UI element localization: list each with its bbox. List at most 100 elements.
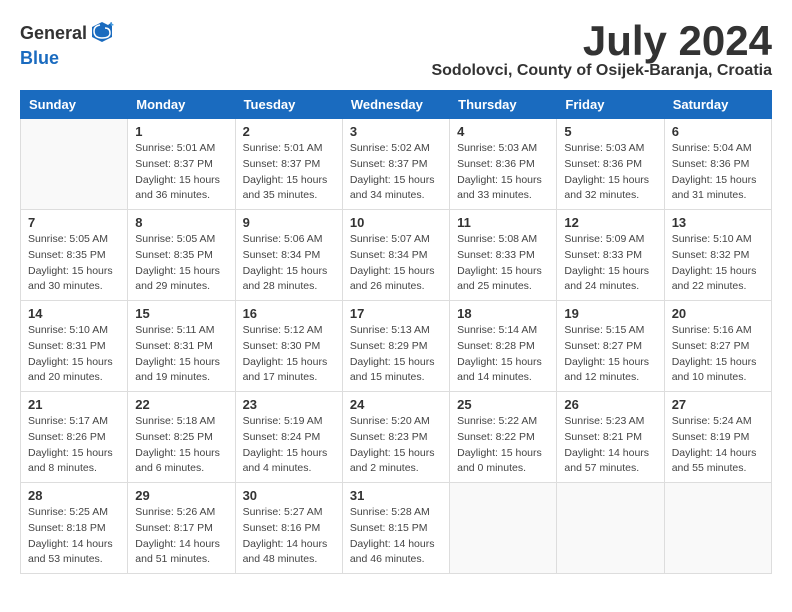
day-info: Sunrise: 5:18 AMSunset: 8:25 PMDaylight:… — [135, 414, 227, 477]
calendar-week-row: 1 Sunrise: 5:01 AMSunset: 8:37 PMDaylight… — [21, 119, 772, 210]
day-info: Sunrise: 5:10 AMSunset: 8:31 PMDaylight:… — [28, 323, 120, 386]
day-info: Sunrise: 5:08 AMSunset: 8:33 PMDaylight:… — [457, 232, 549, 295]
calendar-cell: 27Sunrise: 5:24 AMSunset: 8:19 PMDayligh… — [664, 392, 771, 483]
calendar-cell: 24Sunrise: 5:20 AMSunset: 8:23 PMDayligh… — [342, 392, 449, 483]
day-number: 17 — [350, 306, 442, 321]
day-number: 21 — [28, 397, 120, 412]
calendar-header-row: SundayMondayTuesdayWednesdayThursdayFrid… — [21, 91, 772, 119]
calendar-week-row: 28 Sunrise: 5:25 AMSunset: 8:18 PMDayligh… — [21, 483, 772, 574]
calendar-cell: 12Sunrise: 5:09 AMSunset: 8:33 PMDayligh… — [557, 210, 664, 301]
day-number: 16 — [243, 306, 335, 321]
day-info: Sunrise: 5:16 AMSunset: 8:27 PMDaylight:… — [672, 323, 764, 386]
day-number: 19 — [564, 306, 656, 321]
day-info: Sunrise: 5:25 AMSunset: 8:18 PMDaylight:… — [28, 505, 120, 568]
calendar-cell: 20 Sunrise: 5:16 AMSunset: 8:27 PMDayligh… — [664, 301, 771, 392]
calendar-cell: 28 Sunrise: 5:25 AMSunset: 8:18 PMDayligh… — [21, 483, 128, 574]
day-number: 20 — [672, 306, 764, 321]
day-number: 4 — [457, 124, 549, 139]
day-number: 24 — [350, 397, 442, 412]
day-info: Sunrise: 5:11 AMSunset: 8:31 PMDaylight:… — [135, 323, 227, 386]
day-number: 7 — [28, 215, 120, 230]
day-info: Sunrise: 5:23 AMSunset: 8:21 PMDaylight:… — [564, 414, 656, 477]
calendar-cell: 18 Sunrise: 5:14 AMSunset: 8:28 PMDayligh… — [450, 301, 557, 392]
day-info: Sunrise: 5:05 AMSunset: 8:35 PMDaylight:… — [28, 232, 120, 295]
day-number: 9 — [243, 215, 335, 230]
day-number: 15 — [135, 306, 227, 321]
logo: General Blue — [20, 20, 115, 69]
logo-icon — [90, 20, 114, 44]
day-number: 29 — [135, 488, 227, 503]
calendar-cell: 4 Sunrise: 5:03 AMSunset: 8:36 PMDaylight… — [450, 119, 557, 210]
calendar-cell: 11Sunrise: 5:08 AMSunset: 8:33 PMDayligh… — [450, 210, 557, 301]
day-info: Sunrise: 5:28 AMSunset: 8:15 PMDaylight:… — [350, 505, 442, 568]
calendar-cell: 17 Sunrise: 5:13 AMSunset: 8:29 PMDayligh… — [342, 301, 449, 392]
day-number: 28 — [28, 488, 120, 503]
calendar-cell: 21Sunrise: 5:17 AMSunset: 8:26 PMDayligh… — [21, 392, 128, 483]
day-number: 22 — [135, 397, 227, 412]
calendar-week-row: 7 Sunrise: 5:05 AMSunset: 8:35 PMDaylight… — [21, 210, 772, 301]
day-number: 30 — [243, 488, 335, 503]
calendar-cell: 3Sunrise: 5:02 AMSunset: 8:37 PMDaylight… — [342, 119, 449, 210]
day-of-week-header: Saturday — [664, 91, 771, 119]
day-number: 6 — [672, 124, 764, 139]
calendar-cell: 30 Sunrise: 5:27 AMSunset: 8:16 PMDayligh… — [235, 483, 342, 574]
day-of-week-header: Sunday — [21, 91, 128, 119]
calendar-cell: 13 Sunrise: 5:10 AMSunset: 8:32 PMDayligh… — [664, 210, 771, 301]
location-title: Sodolovci, County of Osijek-Baranja, Cro… — [431, 62, 772, 80]
day-info: Sunrise: 5:14 AMSunset: 8:28 PMDaylight:… — [457, 323, 549, 386]
day-number: 31 — [350, 488, 442, 503]
calendar-cell: 15 Sunrise: 5:11 AMSunset: 8:31 PMDayligh… — [128, 301, 235, 392]
day-info: Sunrise: 5:10 AMSunset: 8:32 PMDaylight:… — [672, 232, 764, 295]
day-number: 25 — [457, 397, 549, 412]
day-number: 26 — [564, 397, 656, 412]
logo-general: General — [20, 23, 87, 43]
calendar-cell: 14Sunrise: 5:10 AMSunset: 8:31 PMDayligh… — [21, 301, 128, 392]
day-number: 18 — [457, 306, 549, 321]
day-info: Sunrise: 5:12 AMSunset: 8:30 PMDaylight:… — [243, 323, 335, 386]
day-of-week-header: Friday — [557, 91, 664, 119]
header: General Blue July 2024 Sodolovci, County… — [20, 20, 772, 80]
day-info: Sunrise: 5:24 AMSunset: 8:19 PMDaylight:… — [672, 414, 764, 477]
calendar-cell: 16 Sunrise: 5:12 AMSunset: 8:30 PMDayligh… — [235, 301, 342, 392]
calendar-cell: 23Sunrise: 5:19 AMSunset: 8:24 PMDayligh… — [235, 392, 342, 483]
day-info: Sunrise: 5:22 AMSunset: 8:22 PMDaylight:… — [457, 414, 549, 477]
day-info: Sunrise: 5:09 AMSunset: 8:33 PMDaylight:… — [564, 232, 656, 295]
day-number: 13 — [672, 215, 764, 230]
day-info: Sunrise: 5:15 AMSunset: 8:27 PMDaylight:… — [564, 323, 656, 386]
calendar-cell: 19 Sunrise: 5:15 AMSunset: 8:27 PMDayligh… — [557, 301, 664, 392]
calendar-cell: 2 Sunrise: 5:01 AMSunset: 8:37 PMDaylight… — [235, 119, 342, 210]
day-info: Sunrise: 5:05 AMSunset: 8:35 PMDaylight:… — [135, 232, 227, 295]
day-info: Sunrise: 5:02 AMSunset: 8:37 PMDaylight:… — [350, 141, 442, 204]
calendar-cell — [450, 483, 557, 574]
calendar-week-row: 14Sunrise: 5:10 AMSunset: 8:31 PMDayligh… — [21, 301, 772, 392]
day-number: 2 — [243, 124, 335, 139]
day-number: 8 — [135, 215, 227, 230]
day-of-week-header: Tuesday — [235, 91, 342, 119]
day-number: 23 — [243, 397, 335, 412]
calendar-cell: 5 Sunrise: 5:03 AMSunset: 8:36 PMDaylight… — [557, 119, 664, 210]
day-info: Sunrise: 5:06 AMSunset: 8:34 PMDaylight:… — [243, 232, 335, 295]
logo-blue: Blue — [20, 48, 59, 68]
calendar-cell: 25 Sunrise: 5:22 AMSunset: 8:22 PMDayligh… — [450, 392, 557, 483]
day-info: Sunrise: 5:03 AMSunset: 8:36 PMDaylight:… — [564, 141, 656, 204]
calendar-cell — [664, 483, 771, 574]
day-info: Sunrise: 5:13 AMSunset: 8:29 PMDaylight:… — [350, 323, 442, 386]
day-info: Sunrise: 5:01 AMSunset: 8:37 PMDaylight:… — [135, 141, 227, 204]
day-info: Sunrise: 5:01 AMSunset: 8:37 PMDaylight:… — [243, 141, 335, 204]
day-of-week-header: Thursday — [450, 91, 557, 119]
calendar: SundayMondayTuesdayWednesdayThursdayFrid… — [20, 90, 772, 574]
day-info: Sunrise: 5:26 AMSunset: 8:17 PMDaylight:… — [135, 505, 227, 568]
day-number: 5 — [564, 124, 656, 139]
calendar-cell: 22 Sunrise: 5:18 AMSunset: 8:25 PMDayligh… — [128, 392, 235, 483]
day-info: Sunrise: 5:07 AMSunset: 8:34 PMDaylight:… — [350, 232, 442, 295]
day-number: 1 — [135, 124, 227, 139]
month-title: July 2024 — [431, 20, 772, 62]
title-area: July 2024 Sodolovci, County of Osijek-Ba… — [431, 20, 772, 80]
calendar-cell: 9 Sunrise: 5:06 AMSunset: 8:34 PMDaylight… — [235, 210, 342, 301]
calendar-cell: 7 Sunrise: 5:05 AMSunset: 8:35 PMDaylight… — [21, 210, 128, 301]
calendar-cell: 10Sunrise: 5:07 AMSunset: 8:34 PMDayligh… — [342, 210, 449, 301]
day-info: Sunrise: 5:03 AMSunset: 8:36 PMDaylight:… — [457, 141, 549, 204]
day-info: Sunrise: 5:27 AMSunset: 8:16 PMDaylight:… — [243, 505, 335, 568]
calendar-cell: 6Sunrise: 5:04 AMSunset: 8:36 PMDaylight… — [664, 119, 771, 210]
calendar-cell: 26 Sunrise: 5:23 AMSunset: 8:21 PMDayligh… — [557, 392, 664, 483]
